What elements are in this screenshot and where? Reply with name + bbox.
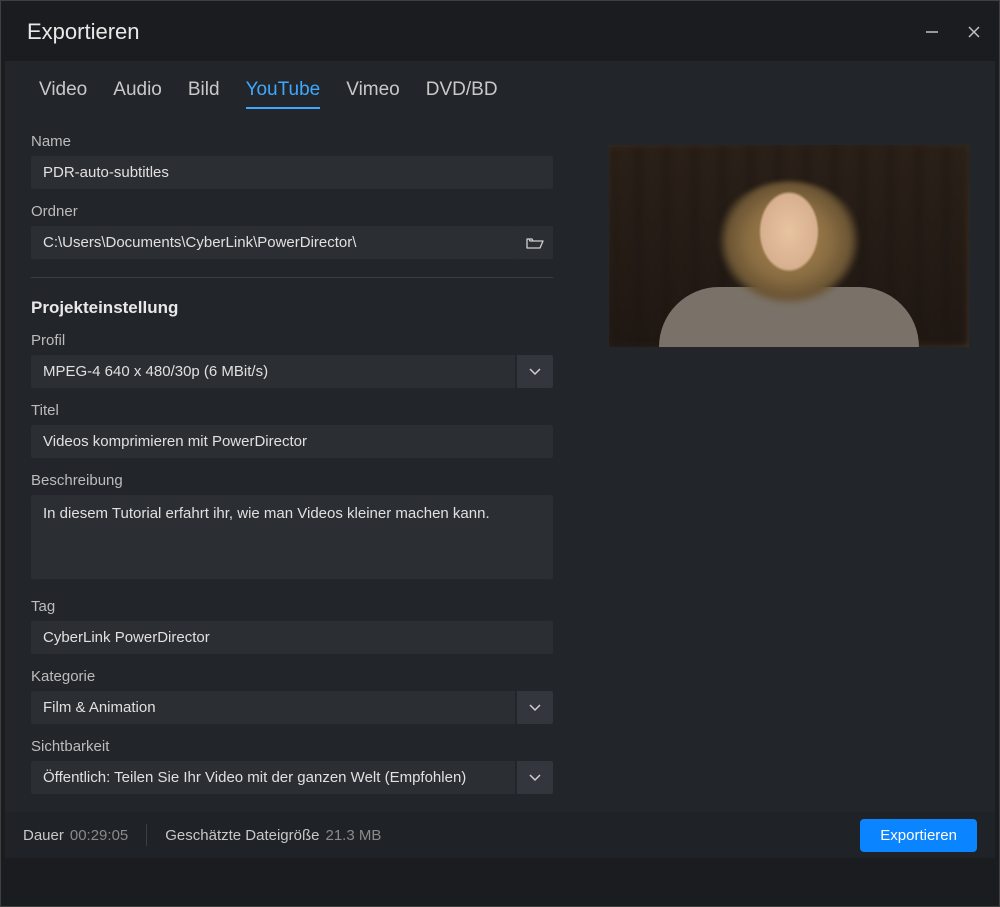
tag-label: Tag [31,598,553,615]
form-column: Name Ordner Projekteinstellung Profil MP… [31,133,553,794]
name-label: Name [31,133,553,150]
project-settings-heading: Projekteinstellung [31,298,553,318]
profile-label: Profil [31,332,553,349]
profile-select[interactable]: MPEG-4 640 x 480/30p (6 MBit/s) [31,355,553,388]
video-preview [609,145,969,347]
close-button[interactable] [967,25,981,39]
tab-bild[interactable]: Bild [188,79,220,109]
minimize-button[interactable] [925,25,939,39]
separator [31,277,553,278]
preview-column [583,133,969,794]
duration-value: 00:29:05 [70,827,128,844]
tab-audio[interactable]: Audio [113,79,162,109]
profile-value: MPEG-4 640 x 480/30p (6 MBit/s) [31,355,515,388]
category-select[interactable]: Film & Animation [31,691,553,724]
category-label: Kategorie [31,668,553,685]
folder-input[interactable] [31,226,517,259]
tab-youtube[interactable]: YouTube [246,79,321,109]
tab-video[interactable]: Video [39,79,87,109]
content-area: Video Audio Bild YouTube Vimeo DVD/BD Na… [5,61,995,858]
footer-divider [146,824,147,846]
chevron-down-icon [529,368,541,376]
name-input[interactable] [31,156,553,189]
title-input[interactable] [31,425,553,458]
profile-dropdown-button[interactable] [517,355,553,388]
browse-folder-button[interactable] [517,226,553,259]
visibility-select[interactable]: Öffentlich: Teilen Sie Ihr Video mit der… [31,761,553,794]
folder-open-icon [526,236,544,250]
chevron-down-icon [529,704,541,712]
chevron-down-icon [529,774,541,782]
tab-dvdbd[interactable]: DVD/BD [426,79,498,109]
tabs: Video Audio Bild YouTube Vimeo DVD/BD [39,79,969,109]
window-title: Exportieren [27,19,140,45]
window-controls [925,25,981,39]
filesize-value: 21.3 MB [326,827,382,844]
category-dropdown-button[interactable] [517,691,553,724]
description-label: Beschreibung [31,472,553,489]
tab-vimeo[interactable]: Vimeo [346,79,400,109]
duration-label: Dauer [23,827,64,844]
category-value: Film & Animation [31,691,515,724]
tag-input[interactable] [31,621,553,654]
footer: Dauer 00:29:05 Geschätzte Dateigröße 21.3 … [5,812,995,858]
visibility-label: Sichtbarkeit [31,738,553,755]
visibility-value: Öffentlich: Teilen Sie Ihr Video mit der… [31,761,515,794]
description-input[interactable] [31,495,553,579]
title-label: Titel [31,402,553,419]
folder-label: Ordner [31,203,553,220]
export-button[interactable]: Exportieren [860,819,977,852]
filesize-label: Geschätzte Dateigröße [165,827,319,844]
visibility-dropdown-button[interactable] [517,761,553,794]
titlebar: Exportieren [1,1,999,61]
